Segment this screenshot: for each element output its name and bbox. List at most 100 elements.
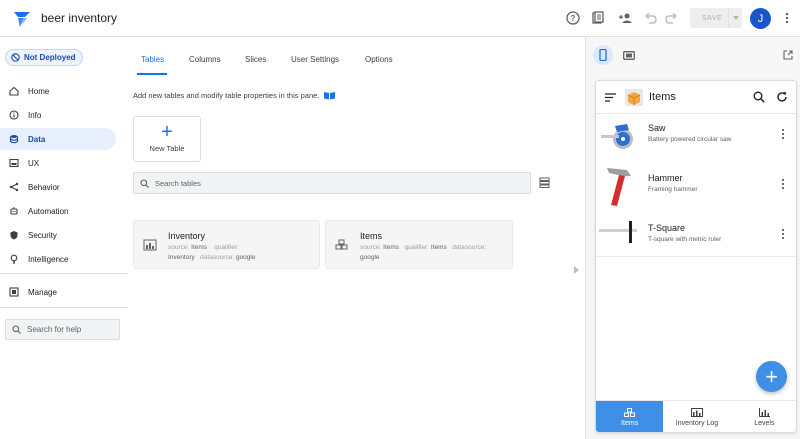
save-button-label: SAVE (702, 14, 723, 22)
table-meta: source: Items qualifier: Inventory datas… (168, 243, 318, 263)
more-vert-icon[interactable] (778, 9, 796, 27)
undo-icon[interactable] (641, 9, 659, 27)
qualifier-label: qualifier: (214, 244, 239, 251)
more-vert-icon[interactable] (780, 178, 786, 190)
items-icon (624, 408, 636, 417)
help-search-input[interactable]: Search for help (5, 319, 120, 340)
item-subtitle: T-square with metric ruler (648, 236, 722, 243)
item-title: Saw (648, 123, 666, 133)
search-icon[interactable] (753, 91, 765, 103)
tab-user-settings[interactable]: User Settings (291, 55, 339, 64)
add-item-fab-button[interactable]: + (756, 361, 787, 392)
datasource-label: datasource: (200, 254, 235, 261)
data-icon (9, 135, 19, 144)
help-text: Add new tables and modify table properti… (133, 91, 336, 100)
open-book-icon[interactable] (323, 91, 336, 100)
sidebar-item-label: Intelligence (28, 254, 69, 264)
tab-columns[interactable]: Columns (189, 55, 221, 64)
sort-menu-icon[interactable] (605, 93, 616, 102)
sidebar-item-label: Behavior (28, 182, 60, 192)
svg-text:?: ? (571, 14, 576, 23)
item-title: T-Square (648, 223, 686, 233)
top-bar: beer inventory ? SAVE J (0, 0, 800, 37)
item-subtitle: Battery powered circular saw (648, 136, 732, 143)
mobile-preview-button[interactable] (593, 45, 613, 65)
sidebar-item-intelligence[interactable]: Intelligence (0, 248, 116, 270)
automation-icon (10, 207, 18, 215)
shield-icon (10, 231, 18, 240)
sidebar-item-info[interactable]: Info (0, 104, 116, 126)
search-icon (140, 178, 149, 188)
datasource-value: google (235, 254, 256, 261)
tab-options[interactable]: Options (365, 55, 393, 64)
sidebar-item-data[interactable]: Data (0, 128, 116, 150)
qualifier-label: qualifier: (404, 244, 430, 251)
open-in-new-button[interactable] (778, 45, 798, 65)
tablet-icon (623, 50, 635, 60)
datasource-value: google (360, 254, 380, 261)
item-subtitle: Framing hammer (648, 186, 698, 193)
avatar[interactable]: J (750, 8, 771, 29)
view-title: Items (649, 91, 676, 103)
table-name: Inventory (168, 231, 206, 241)
sidebar-divider (0, 307, 128, 308)
list-item-saw[interactable]: Saw Battery powered circular saw (596, 118, 796, 165)
list-item-t-square[interactable]: T-Square T-square with metric ruler (596, 218, 796, 265)
nav-item-inventory-log[interactable]: Inventory Log (663, 401, 730, 432)
app-view-header: Items (596, 81, 796, 114)
deploy-status-label: Not Deployed (24, 53, 76, 62)
items-table-icon (335, 239, 348, 250)
bottom-navigation: Items Inventory Log Levels (596, 400, 796, 432)
more-vert-icon[interactable] (780, 228, 786, 240)
app-title: beer inventory (41, 11, 118, 25)
save-options-chevron-down-icon[interactable] (728, 8, 742, 28)
datasource-label: datasource: (452, 244, 487, 251)
table-card-inventory[interactable]: Inventory source: Items qualifier: Inven… (133, 220, 320, 269)
list-divider (596, 256, 796, 257)
open-in-new-icon (783, 50, 793, 60)
sidebar-item-security[interactable]: Security (0, 224, 116, 246)
help-icon[interactable]: ? (564, 9, 582, 27)
ux-icon (9, 158, 19, 168)
behavior-icon (9, 182, 19, 192)
table-card-items[interactable]: Items source: Items qualifier: Items dat… (325, 220, 513, 269)
app-preview-phone: Items Saw Battery powered circular saw H… (595, 80, 797, 433)
search-tables-input[interactable]: Search tables (133, 172, 531, 194)
nav-item-items[interactable]: Items (596, 401, 664, 432)
deploy-status-chip[interactable]: Not Deployed (5, 49, 83, 66)
sidebar-item-label: Automation (28, 206, 69, 216)
qualifier-value: Inventory (168, 254, 195, 261)
redo-icon[interactable] (662, 9, 680, 27)
manage-icon (9, 287, 19, 297)
list-item-hammer[interactable]: Hammer Framing hammer (596, 168, 796, 215)
sidebar-item-label: Data (28, 134, 46, 144)
refresh-icon[interactable] (776, 91, 788, 103)
source-value: Items (383, 244, 400, 251)
share-add-person-icon[interactable] (616, 9, 634, 27)
sidebar-item-behavior[interactable]: Behavior (0, 176, 116, 198)
bar-chart-icon (758, 408, 770, 417)
tab-slices[interactable]: Slices (245, 55, 266, 64)
collapse-panel-chevron-right-icon[interactable] (573, 266, 579, 274)
tablet-preview-button[interactable] (619, 45, 639, 65)
list-view-icon[interactable] (539, 177, 550, 188)
source-value: Items (191, 244, 208, 251)
sidebar-item-manage[interactable]: Manage (0, 281, 116, 303)
nav-label: Items (621, 420, 639, 427)
sidebar-item-automation[interactable]: Automation (0, 200, 116, 222)
more-vert-icon[interactable] (780, 128, 786, 140)
save-button[interactable]: SAVE (690, 8, 742, 28)
sidebar-item-home[interactable]: Home (0, 80, 116, 102)
tab-tables[interactable]: Tables (141, 55, 164, 64)
nav-item-levels[interactable]: Levels (731, 401, 796, 432)
hammer-thumbnail-icon (607, 168, 631, 206)
help-search-placeholder: Search for help (27, 325, 82, 334)
info-icon (9, 110, 19, 120)
new-table-label: New Table (149, 144, 185, 153)
appsheet-logo-icon[interactable] (12, 9, 32, 29)
new-table-button[interactable]: + New Table (133, 116, 201, 162)
documentation-icon[interactable] (589, 9, 607, 27)
search-icon (12, 325, 21, 334)
box-icon (625, 89, 643, 106)
sidebar-item-ux[interactable]: UX (0, 152, 116, 174)
